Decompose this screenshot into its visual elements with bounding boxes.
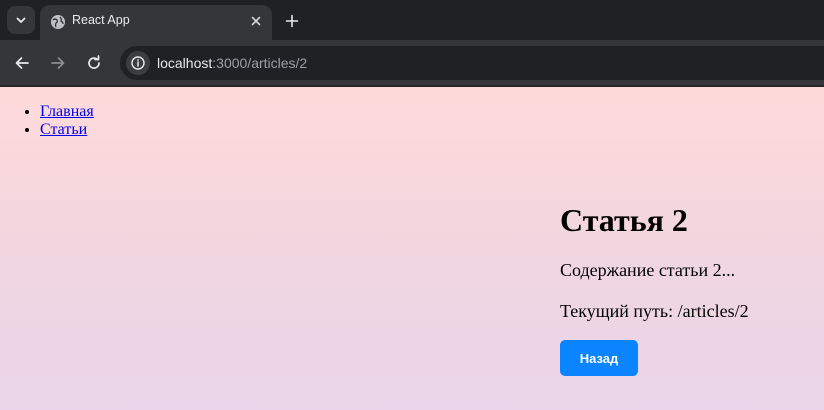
nav-item-articles: Статьи xyxy=(40,121,94,139)
back-button[interactable]: Назад xyxy=(560,340,638,376)
page-viewport: Главная Статьи Статья 2 Содержание стать… xyxy=(0,87,824,410)
current-path: Текущий путь: /articles/2 xyxy=(560,301,749,321)
plus-icon xyxy=(285,14,299,28)
article-content: Содержание статьи 2... xyxy=(560,260,736,280)
article-title: Статья 2 xyxy=(560,202,688,238)
url-text: localhost:3000/articles/2 xyxy=(157,55,307,71)
tab-strip: React App xyxy=(0,0,824,40)
address-bar[interactable]: localhost:3000/articles/2 xyxy=(120,46,824,80)
url-host: localhost xyxy=(157,55,213,71)
browser-toolbar: localhost:3000/articles/2 xyxy=(0,40,824,86)
info-icon xyxy=(131,56,145,70)
reload-icon xyxy=(88,55,100,69)
nav-list: Главная Статьи xyxy=(40,103,94,139)
reload-button[interactable] xyxy=(83,52,105,74)
nav-link-articles[interactable]: Статьи xyxy=(40,121,87,138)
back-arrow-button[interactable] xyxy=(11,52,33,74)
forward-arrow-button[interactable] xyxy=(47,52,69,74)
globe-icon xyxy=(51,15,65,29)
close-icon[interactable] xyxy=(248,13,264,29)
arrow-right-icon xyxy=(51,57,65,69)
tab-title: React App xyxy=(72,13,130,27)
chevron-down-icon xyxy=(16,17,26,23)
site-info-button[interactable] xyxy=(126,51,150,75)
nav-item-home: Главная xyxy=(40,103,94,121)
arrow-left-icon xyxy=(15,57,29,69)
new-tab-button[interactable] xyxy=(282,11,302,31)
url-path: :3000/articles/2 xyxy=(212,55,308,71)
tab-search-button[interactable] xyxy=(7,6,35,34)
browser-tab[interactable]: React App xyxy=(40,5,272,40)
nav-link-home[interactable]: Главная xyxy=(40,103,94,120)
